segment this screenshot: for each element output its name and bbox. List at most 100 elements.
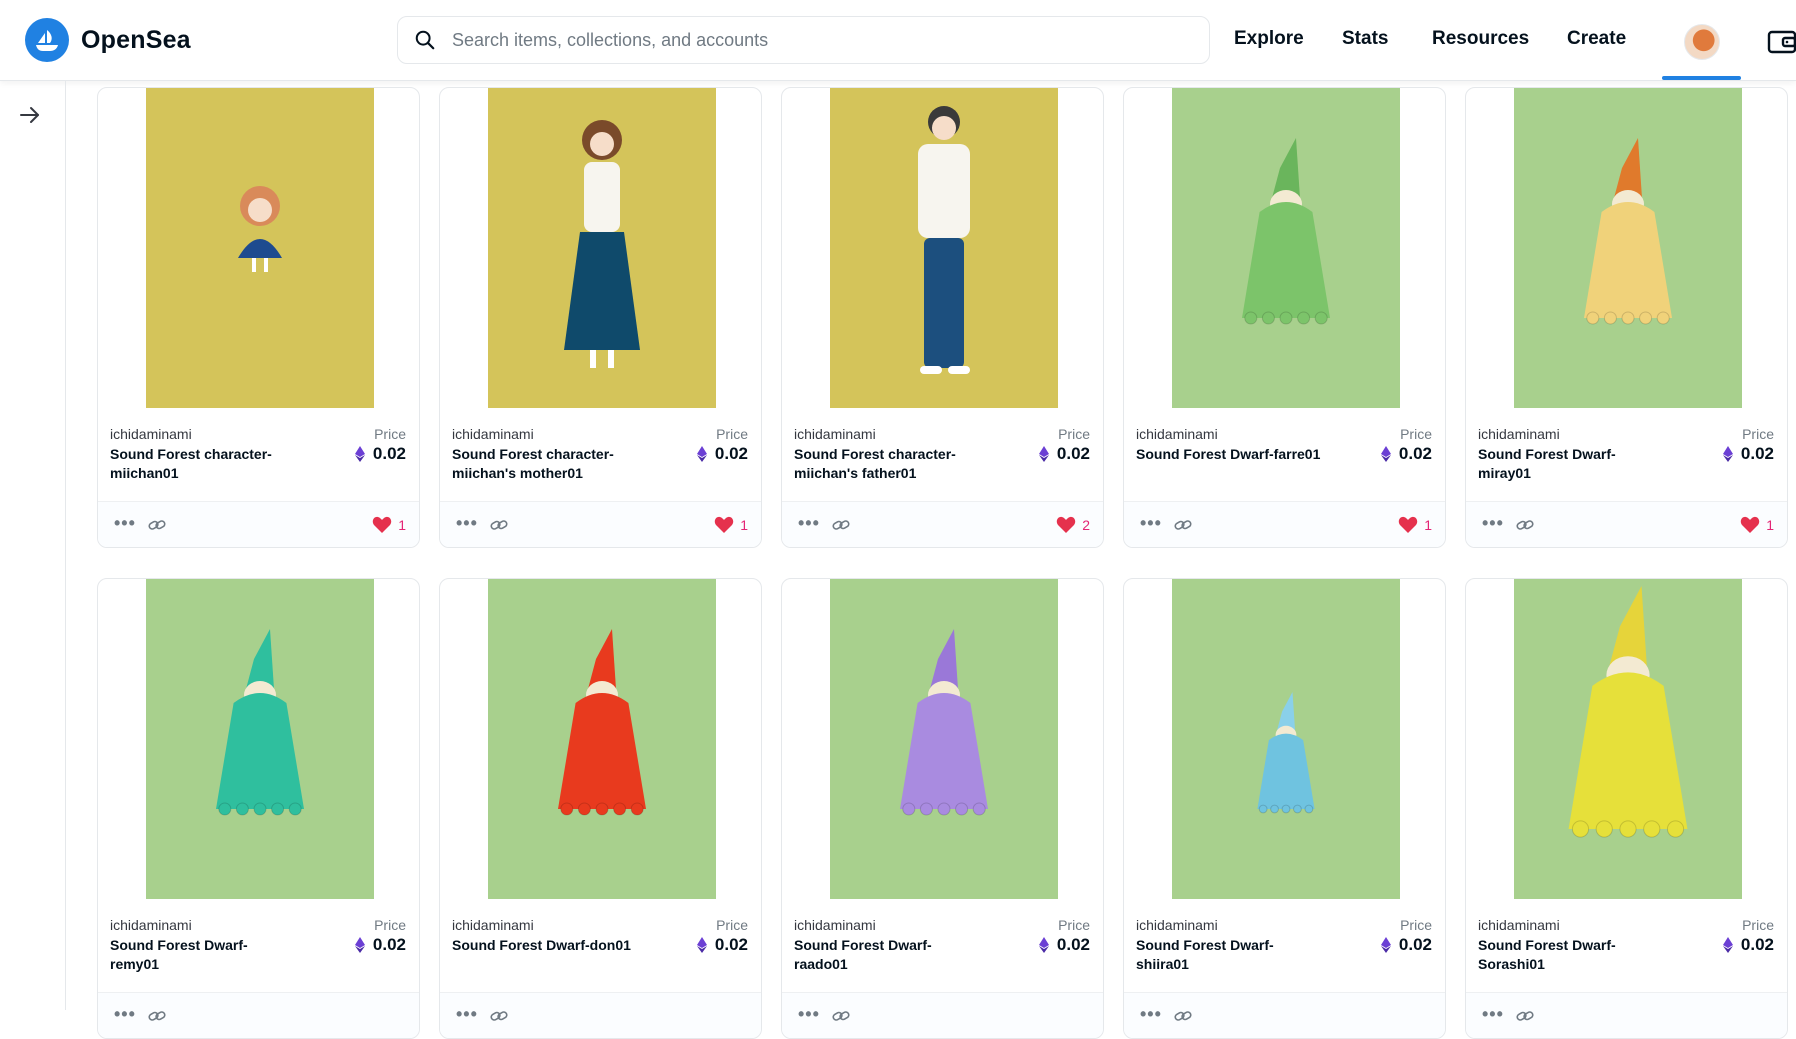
eth-icon	[1722, 446, 1733, 462]
price-amount: 0.02	[1740, 935, 1774, 954]
creator-name[interactable]: ichidaminami	[110, 917, 192, 933]
nft-image[interactable]	[1172, 579, 1400, 899]
creator-name[interactable]: ichidaminami	[794, 426, 876, 442]
more-options-icon[interactable]: •••	[114, 514, 136, 532]
price-label: Price	[1058, 426, 1090, 442]
eth-icon	[1380, 937, 1391, 953]
nav-create[interactable]: Create	[1567, 28, 1626, 50]
item-title[interactable]: Sound Forest Dwarf-miray01	[1478, 445, 1663, 483]
nft-card[interactable]: ichidaminami Sound Forest Dwarf-miray01 Pr…	[1465, 87, 1788, 548]
nft-card[interactable]: ichidaminami Sound Forest character-miich…	[439, 87, 762, 548]
item-title[interactable]: Sound Forest Dwarf-remy01	[110, 936, 295, 974]
price-amount: 0.02	[1056, 935, 1090, 954]
price-value: 0.02	[1722, 935, 1774, 955]
creator-name[interactable]: ichidaminami	[452, 917, 534, 933]
price-label: Price	[1400, 426, 1432, 442]
like-count: 1	[1424, 517, 1432, 533]
nft-card[interactable]: ichidaminami Sound Forest Dwarf-don01 Pric…	[439, 578, 762, 1039]
price-amount: 0.02	[1398, 444, 1432, 463]
link-icon[interactable]	[1516, 516, 1534, 534]
nav-resources[interactable]: Resources	[1432, 28, 1529, 50]
price-amount: 0.02	[1056, 444, 1090, 463]
price-amount: 0.02	[714, 444, 748, 463]
filter-sidebar	[0, 81, 66, 1010]
arrow-right-icon[interactable]	[18, 103, 42, 127]
more-options-icon[interactable]: •••	[1140, 1005, 1162, 1023]
price-value: 0.02	[1380, 935, 1432, 955]
nft-card[interactable]: ichidaminami Sound Forest Dwarf-shiira01 P…	[1123, 578, 1446, 1039]
price-label: Price	[1400, 917, 1432, 933]
nav-stats[interactable]: Stats	[1342, 28, 1388, 50]
more-options-icon[interactable]: •••	[1140, 514, 1162, 532]
creator-name[interactable]: ichidaminami	[452, 426, 534, 442]
nft-image[interactable]	[1172, 88, 1400, 408]
price-value: 0.02	[696, 935, 748, 955]
link-icon[interactable]	[1174, 516, 1192, 534]
creator-name[interactable]: ichidaminami	[1478, 917, 1560, 933]
creator-name[interactable]: ichidaminami	[110, 426, 192, 442]
eth-icon	[354, 937, 365, 953]
favorite-button[interactable]: 1	[1398, 516, 1432, 534]
opensea-logo[interactable]: OpenSea	[25, 18, 191, 62]
profile-avatar[interactable]	[1684, 24, 1720, 60]
more-options-icon[interactable]: •••	[798, 514, 820, 532]
like-count: 1	[1766, 517, 1774, 533]
card-footer: •••	[1466, 992, 1787, 1038]
item-title[interactable]: Sound Forest Dwarf-Sorashi01	[1478, 936, 1663, 974]
more-options-icon[interactable]: •••	[1482, 514, 1504, 532]
more-options-icon[interactable]: •••	[798, 1005, 820, 1023]
item-title[interactable]: Sound Forest Dwarf-raado01	[794, 936, 979, 974]
creator-name[interactable]: ichidaminami	[1136, 426, 1218, 442]
eth-icon	[696, 446, 707, 462]
link-icon[interactable]	[148, 516, 166, 534]
item-title[interactable]: Sound Forest Dwarf-shiira01	[1136, 936, 1321, 974]
nft-card[interactable]: ichidaminami Sound Forest Dwarf-remy01 Pri…	[97, 578, 420, 1039]
price-label: Price	[374, 426, 406, 442]
item-title[interactable]: Sound Forest character-miichan01	[110, 445, 295, 483]
link-icon[interactable]	[832, 516, 850, 534]
item-title[interactable]: Sound Forest character-miichan's father0…	[794, 445, 979, 483]
creator-name[interactable]: ichidaminami	[794, 917, 876, 933]
price-amount: 0.02	[714, 935, 748, 954]
item-title[interactable]: Sound Forest Dwarf-farre01	[1136, 445, 1321, 464]
nft-card[interactable]: ichidaminami Sound Forest Dwarf-Sorashi01…	[1465, 578, 1788, 1039]
card-footer: •••	[98, 992, 419, 1038]
nft-image[interactable]	[146, 579, 374, 899]
nav-explore[interactable]: Explore	[1234, 28, 1304, 50]
nft-image[interactable]	[1514, 88, 1742, 408]
nft-image[interactable]	[830, 579, 1058, 899]
creator-name[interactable]: ichidaminami	[1136, 917, 1218, 933]
nft-image[interactable]	[1514, 579, 1742, 899]
search-input[interactable]	[450, 28, 1154, 52]
more-options-icon[interactable]: •••	[456, 514, 478, 532]
favorite-button[interactable]: 1	[714, 516, 748, 534]
price-label: Price	[1058, 917, 1090, 933]
nft-card[interactable]: ichidaminami Sound Forest Dwarf-farre01 Pr…	[1123, 87, 1446, 548]
item-title[interactable]: Sound Forest character-miichan's mother0…	[452, 445, 637, 483]
nft-image[interactable]	[146, 88, 374, 408]
eth-icon	[1038, 937, 1049, 953]
nft-card[interactable]: ichidaminami Sound Forest character-miich…	[97, 87, 420, 548]
nft-image[interactable]	[488, 88, 716, 408]
more-options-icon[interactable]: •••	[456, 1005, 478, 1023]
favorite-button[interactable]: 1	[372, 516, 406, 534]
search-bar[interactable]	[397, 16, 1210, 64]
more-options-icon[interactable]: •••	[114, 1005, 136, 1023]
wallet-icon[interactable]	[1766, 26, 1796, 56]
eth-icon	[354, 446, 365, 462]
nft-image[interactable]	[830, 88, 1058, 408]
active-tab-indicator	[1662, 76, 1741, 80]
favorite-button[interactable]: 2	[1056, 516, 1090, 534]
nft-image[interactable]	[488, 579, 716, 899]
price-value: 0.02	[1722, 444, 1774, 464]
card-footer: ••• 2	[782, 501, 1103, 547]
price-amount: 0.02	[372, 444, 406, 463]
favorite-button[interactable]: 1	[1740, 516, 1774, 534]
nft-card[interactable]: ichidaminami Sound Forest character-miich…	[781, 87, 1104, 548]
creator-name[interactable]: ichidaminami	[1478, 426, 1560, 442]
item-title[interactable]: Sound Forest Dwarf-don01	[452, 936, 637, 955]
link-icon[interactable]	[490, 516, 508, 534]
price-amount: 0.02	[372, 935, 406, 954]
nft-card[interactable]: ichidaminami Sound Forest Dwarf-raado01 Pr…	[781, 578, 1104, 1039]
more-options-icon[interactable]: •••	[1482, 1005, 1504, 1023]
